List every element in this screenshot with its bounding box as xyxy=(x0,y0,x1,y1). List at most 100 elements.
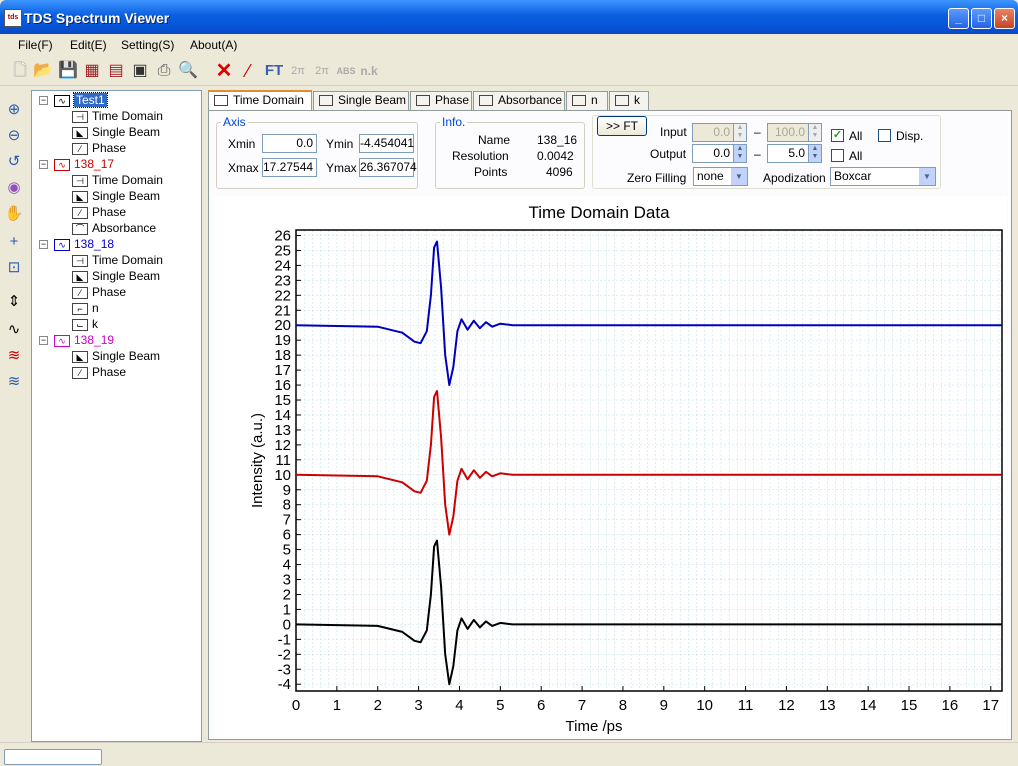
tree-leaf[interactable]: ⁄ Phase xyxy=(72,140,126,156)
output-from-field[interactable]: 0.0 xyxy=(692,144,734,163)
tree-node-label: 138_19 xyxy=(74,333,115,347)
tree-leaf[interactable]: ◣ Single Beam xyxy=(72,124,160,140)
series-line-1 xyxy=(295,390,1002,536)
menu-about[interactable]: About(A) xyxy=(190,38,237,52)
new-file-icon[interactable]: 🗋 xyxy=(10,61,30,81)
tab-n[interactable]: n xyxy=(566,91,608,110)
tree-leaf-label: Single Beam xyxy=(92,269,161,283)
delete-icon[interactable]: ✕ xyxy=(214,61,234,81)
close-button[interactable]: × xyxy=(994,8,1015,29)
tree-leaf[interactable]: ⊣ Time Domain xyxy=(72,172,163,188)
collapse-toggle-icon[interactable]: − xyxy=(39,336,48,345)
open-folder-icon[interactable]: 📂 xyxy=(33,61,53,81)
menu-file[interactable]: File(F) xyxy=(18,38,53,52)
tab-k[interactable]: k xyxy=(609,91,649,110)
tree-leaf[interactable]: ⁄ Phase xyxy=(72,364,126,380)
view-type-icon: ⊣ xyxy=(72,110,88,123)
zero-filling-label: Zero Filling xyxy=(627,171,687,185)
view-type-icon: ◣ xyxy=(72,126,88,139)
tree-leaf[interactable]: ⌐ n xyxy=(72,300,99,316)
tree-leaf[interactable]: ⌒ Absorbance xyxy=(72,220,156,236)
ft-button[interactable]: >> FT xyxy=(597,116,647,136)
zoom-in-icon[interactable]: ⊕ xyxy=(4,100,24,120)
crosshair-icon[interactable]: + xyxy=(4,232,24,252)
tree-node-1[interactable]: ∿ 138_17 xyxy=(54,156,114,172)
y-tick-label: 19 xyxy=(274,332,291,349)
tree-node-label: Test1 xyxy=(73,92,108,108)
tree-node-2[interactable]: ∿ 138_18 xyxy=(54,236,114,252)
apodization-select[interactable]: Boxcar ▼ xyxy=(830,167,936,186)
axis-group-title: Axis xyxy=(223,115,246,129)
save-data-icon[interactable]: ▦ xyxy=(82,61,102,81)
collapse-toggle-icon[interactable]: − xyxy=(39,96,48,105)
stack-icon[interactable]: ≋ xyxy=(4,346,24,366)
info-name-value: 138_16 xyxy=(537,133,578,147)
zoom-out-icon[interactable]: ⊖ xyxy=(4,126,24,146)
input-all-checkbox[interactable]: ✓ xyxy=(831,129,844,142)
output-from-spinner[interactable]: ▲ ▼ xyxy=(733,144,747,163)
view-type-icon: ⁄ xyxy=(72,286,88,299)
time-domain-chart[interactable]: 0 1 2 3 4 5 6 7 8 9 10 11 12 13 14 15 16 17-4-3-2-1012345… xyxy=(214,196,1007,736)
collapse-toggle-icon[interactable]: − xyxy=(39,160,48,169)
x-tick-label: 11 xyxy=(738,697,754,714)
tab-single-beam[interactable]: Single Beam xyxy=(313,91,409,110)
output-dash: – xyxy=(754,147,761,161)
pan-hand-icon[interactable]: ✋ xyxy=(4,204,24,224)
menu-setting[interactable]: Setting(S) xyxy=(121,38,174,52)
tab-phase[interactable]: Phase xyxy=(410,91,472,110)
tree-leaf[interactable]: ⁄ Phase xyxy=(72,284,126,300)
xmax-field[interactable]: 17.27544 xyxy=(262,158,317,177)
y-tick-label: 12 xyxy=(274,437,291,454)
minimize-button[interactable]: _ xyxy=(948,8,969,29)
maximize-button[interactable]: □ xyxy=(971,8,992,29)
y-tick-label: 3 xyxy=(283,572,291,589)
x-tick-label: 7 xyxy=(578,697,586,714)
tree-leaf[interactable]: ◣ Single Beam xyxy=(72,268,160,284)
save-icon[interactable]: 💾 xyxy=(58,61,78,81)
color-icon[interactable]: ◉ xyxy=(4,178,24,198)
save-ft-icon[interactable]: ▤ xyxy=(106,61,126,81)
x-tick-label: 16 xyxy=(942,697,959,714)
overlay-icon[interactable]: ≋ xyxy=(4,372,24,392)
zoom-reset-icon[interactable]: ↺ xyxy=(4,152,24,172)
export-icon[interactable]: ▣ xyxy=(130,61,150,81)
y-tick-label: 2 xyxy=(283,586,291,603)
tree-leaf[interactable]: ⁄ Phase xyxy=(72,204,126,220)
print-icon[interactable]: ⎙ xyxy=(154,61,174,81)
ymax-field[interactable]: 26.367074 xyxy=(359,158,417,177)
tree-leaf[interactable]: ◣ Single Beam xyxy=(72,348,160,364)
view-type-icon: ⊣ xyxy=(72,254,88,267)
output-all-checkbox[interactable] xyxy=(831,149,844,162)
zero-filling-select[interactable]: none ▼ xyxy=(693,167,748,186)
y-tick-label: 21 xyxy=(274,302,291,319)
x-tick-label: 6 xyxy=(537,697,545,714)
tree-node-0[interactable]: ∿ Test1 xyxy=(54,92,108,108)
output-to-spinner[interactable]: ▲ ▼ xyxy=(808,144,822,163)
tree-node-3[interactable]: ∿ 138_19 xyxy=(54,332,114,348)
xmin-field[interactable]: 0.0 xyxy=(262,134,317,153)
ymin-field[interactable]: -4.454041 xyxy=(359,134,414,153)
disp-checkbox[interactable] xyxy=(878,129,891,142)
tree-leaf[interactable]: ⊣ Time Domain xyxy=(72,252,163,268)
y-tick-label: 9 xyxy=(283,482,291,499)
output-all-label: All xyxy=(849,149,863,163)
collapse-toggle-icon[interactable]: − xyxy=(39,240,48,249)
offset-icon[interactable]: ⇕ xyxy=(4,292,24,312)
tab-time-domain[interactable]: Time Domain xyxy=(208,90,312,111)
tab-absorbance[interactable]: Absorbance xyxy=(473,91,565,110)
fit-icon[interactable]: ⊡ xyxy=(4,258,24,278)
y-tick-label: 6 xyxy=(283,527,291,544)
tree-leaf[interactable]: ◣ Single Beam xyxy=(72,188,160,204)
output-to-field[interactable]: 5.0 xyxy=(767,144,809,163)
tree-leaf[interactable]: ⌙ k xyxy=(72,316,98,332)
draw-line-icon[interactable]: ⁄ xyxy=(238,61,258,81)
menu-edit[interactable]: Edit(E) xyxy=(70,38,107,52)
ft-icon[interactable]: FT xyxy=(262,61,286,81)
x-tick-label: 2 xyxy=(374,697,382,714)
preview-icon[interactable]: 🔍 xyxy=(178,61,198,81)
tree-leaf[interactable]: ⊣ Time Domain xyxy=(72,108,163,124)
wave-icon[interactable]: ∿ xyxy=(4,320,24,340)
chart-area[interactable]: 0 1 2 3 4 5 6 7 8 9 10 11 12 13 14 15 16 17 -4 -3 -2 -1 0 1 2 3 4 5… xyxy=(214,196,1007,736)
tab-label: Time Domain xyxy=(233,93,304,107)
view-type-icon: ◣ xyxy=(72,270,88,283)
